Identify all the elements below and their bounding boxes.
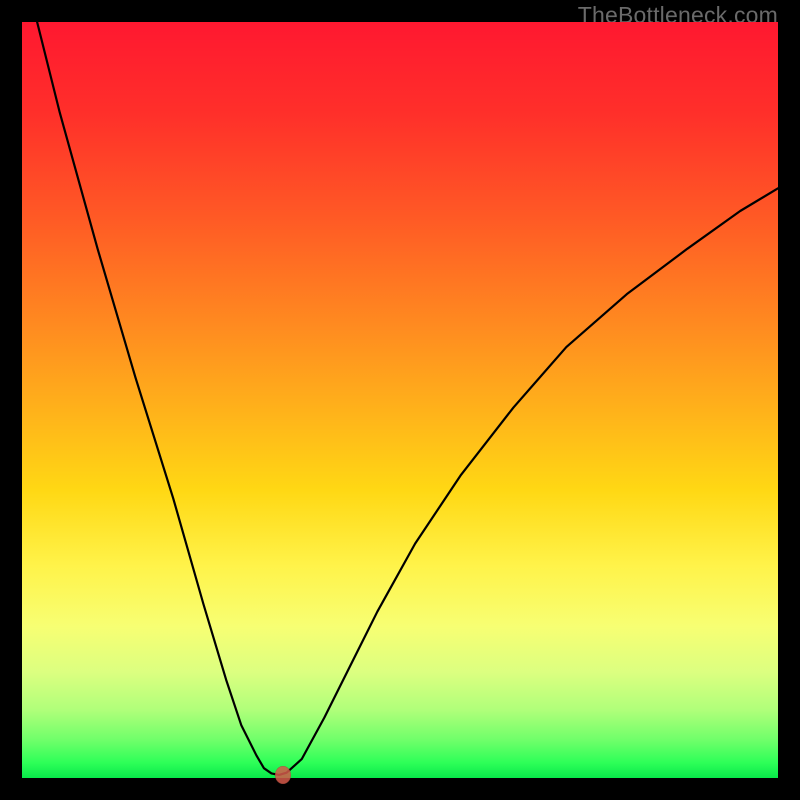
chart-frame: TheBottleneck.com: [0, 0, 800, 800]
curve-svg: [22, 22, 778, 778]
bottleneck-curve-path: [37, 22, 778, 775]
plot-area: [22, 22, 778, 778]
minimum-marker: [275, 766, 291, 784]
